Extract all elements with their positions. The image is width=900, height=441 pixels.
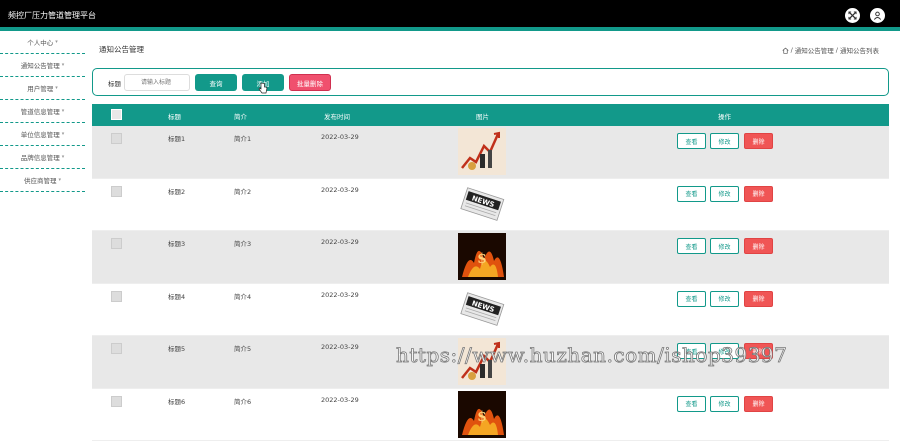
- col-actions: 操作: [718, 113, 731, 121]
- page-title: 通知公告管理: [99, 45, 144, 54]
- chevron-down-icon: ▾: [58, 177, 61, 183]
- search-toolbar: 标题 查询 添加 批量删除: [92, 68, 889, 96]
- chevron-down-icon: ▾: [55, 85, 58, 91]
- cell-date: 2022-03-29: [321, 238, 359, 246]
- view-button[interactable]: 查看: [677, 185, 706, 202]
- table-row: 标题6 简介6 2022-03-29 $ 查看 修改 删除: [92, 388, 889, 441]
- svg-text:$: $: [477, 251, 487, 267]
- view-button[interactable]: 查看: [677, 395, 706, 412]
- select-all-checkbox[interactable]: [111, 109, 122, 120]
- cell-date: 2022-03-29: [321, 290, 359, 299]
- burning-money-image: $: [458, 233, 506, 280]
- edit-button[interactable]: 修改: [710, 133, 739, 149]
- table-row: 标题2 简介2 2022-03-29 NEWS 查看 修改 删除: [92, 178, 889, 231]
- cell-date: 2022-03-29: [321, 133, 359, 141]
- chevron-down-icon: ▾: [61, 154, 65, 160]
- table-row: 标题1 简介1 2022-03-29 查看 修改 删除: [92, 126, 889, 179]
- sidebar-item[interactable]: 管道信息管理 ▾: [0, 100, 85, 123]
- top-bar: 频控厂压力管道管理平台: [0, 0, 900, 27]
- app-title: 频控厂压力管道管理平台: [8, 11, 96, 20]
- title-search-input[interactable]: [124, 74, 190, 91]
- svg-text:$: $: [477, 409, 487, 425]
- newspaper-image: NEWS: [458, 180, 506, 228]
- breadcrumb-item[interactable]: 通知公告管理: [795, 45, 834, 55]
- cell-title: 标题6: [168, 397, 186, 406]
- cell-intro: 简介1: [234, 135, 252, 143]
- cell-intro: 简介3: [234, 240, 252, 248]
- table-body: 标题1 简介1 2022-03-29 查看 修改 删除 标题2 简介2 2022-03-29 NE…: [92, 126, 889, 441]
- cell-title: 标题5: [168, 345, 186, 353]
- sidebar-item[interactable]: 用户管理 ▾: [0, 77, 85, 100]
- notice-table: 标题 简介 发布时间 图片 操作 标题1 简介1 2022-03-29 查看 修改 删除标…: [92, 104, 889, 441]
- hand-cursor-icon: [258, 82, 268, 94]
- chevron-down-icon: ▾: [61, 62, 65, 68]
- cell-intro: 简介6: [234, 397, 252, 406]
- cell-intro: 简介2: [234, 187, 252, 196]
- breadcrumb: / 通知公告管理 / 通知公告列表: [782, 45, 879, 55]
- search-button[interactable]: 查询: [195, 74, 237, 91]
- bulk-delete-button[interactable]: 批量删除: [289, 74, 331, 91]
- cell-title: 标题2: [168, 187, 186, 196]
- cell-date: 2022-03-29: [321, 395, 359, 404]
- watermark: https://www.huzhan.com/ishop39397: [396, 343, 788, 368]
- row-checkbox[interactable]: [111, 185, 122, 197]
- table-header: 标题 简介 发布时间 图片 操作: [92, 104, 889, 126]
- main-content: 通知公告管理 / 通知公告管理 / 通知公告列表 标题 查询 添加 批量删除 标…: [92, 31, 889, 441]
- delete-button[interactable]: 删除: [744, 133, 773, 149]
- sidebar-item[interactable]: 单位信息管理 ▾: [0, 123, 85, 146]
- newspaper-image: NEWS: [458, 285, 506, 333]
- cell-intro: 简介4: [234, 292, 252, 301]
- chevron-down-icon: ▾: [61, 108, 65, 114]
- col-date: 发布时间: [324, 113, 350, 121]
- cell-intro: 简介5: [234, 345, 252, 353]
- sidebar: 个人中心 ▾ 通知公告管理 ▾ 用户管理 ▾ 管道信息管理 ▾ 单位信息管理 ▾ 品牌信息管理 ▾ 供应…: [0, 31, 85, 192]
- cell-title: 标题3: [168, 240, 186, 248]
- sidebar-item-label: 通知公告管理: [20, 62, 60, 70]
- delete-button[interactable]: 删除: [744, 395, 773, 412]
- edit-button[interactable]: 修改: [710, 395, 739, 412]
- row-checkbox[interactable]: [111, 133, 122, 144]
- col-title: 标题: [168, 113, 181, 121]
- edit-button[interactable]: 修改: [710, 238, 739, 254]
- sidebar-item-label: 管道信息管理: [20, 108, 60, 116]
- table-row: 标题4 简介4 2022-03-29 NEWS 查看 修改 删除: [92, 283, 889, 336]
- breadcrumb-item-current: 通知公告列表: [840, 47, 879, 55]
- burning-money-image: $: [458, 390, 506, 438]
- table-row: 标题3 简介3 2022-03-29 $ 查看 修改 删除: [92, 231, 889, 284]
- delete-button[interactable]: 删除: [744, 238, 773, 254]
- row-checkbox[interactable]: [111, 290, 122, 302]
- view-button[interactable]: 查看: [677, 238, 706, 254]
- chevron-down-icon: ▾: [55, 39, 58, 45]
- view-button[interactable]: 查看: [677, 133, 706, 149]
- row-checkbox[interactable]: [111, 343, 122, 354]
- edit-button[interactable]: 修改: [710, 290, 739, 307]
- user-icon[interactable]: [870, 8, 885, 23]
- cell-date: 2022-03-29: [321, 343, 359, 351]
- sidebar-item[interactable]: 供应商管理 ▾: [0, 169, 85, 192]
- sidebar-item-label: 单位信息管理: [20, 131, 60, 139]
- title-filter-label: 标题: [108, 80, 121, 88]
- home-icon[interactable]: [782, 47, 789, 54]
- sidebar-item-label: 用户管理: [27, 85, 54, 93]
- fullscreen-icon[interactable]: [845, 8, 860, 23]
- delete-button[interactable]: 删除: [744, 185, 773, 202]
- sidebar-item-label: 个人中心: [27, 39, 54, 47]
- sidebar-item[interactable]: 品牌信息管理 ▾: [0, 146, 85, 169]
- col-intro: 简介: [234, 113, 247, 121]
- chart-image: [458, 128, 506, 175]
- delete-button[interactable]: 删除: [744, 290, 773, 307]
- row-checkbox[interactable]: [111, 238, 122, 249]
- cell-title: 标题1: [168, 135, 186, 143]
- cell-title: 标题4: [168, 292, 186, 301]
- col-image: 图片: [476, 113, 489, 121]
- chevron-down-icon: ▾: [61, 131, 65, 137]
- edit-button[interactable]: 修改: [710, 185, 739, 202]
- cell-date: 2022-03-29: [321, 185, 359, 194]
- sidebar-item-label: 供应商管理: [23, 177, 57, 185]
- sidebar-item[interactable]: 通知公告管理 ▾: [0, 54, 85, 77]
- row-checkbox[interactable]: [111, 395, 122, 407]
- sidebar-item-label: 品牌信息管理: [20, 154, 60, 162]
- view-button[interactable]: 查看: [677, 290, 706, 307]
- sidebar-item[interactable]: 个人中心 ▾: [0, 31, 85, 54]
